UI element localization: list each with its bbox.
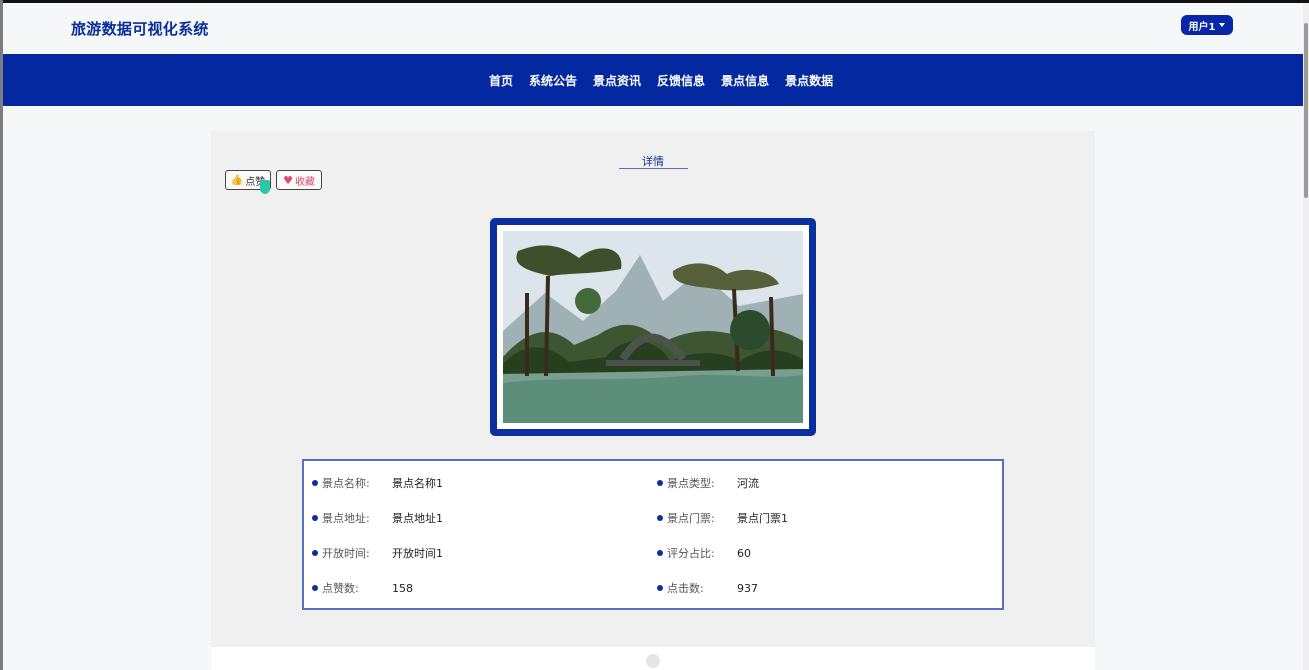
main-navigation: 首页 系统公告 景点资讯 反馈信息 景点信息 景点数据 [3, 54, 1303, 106]
bullet-icon [657, 585, 663, 591]
attraction-address-value: 景点地址1 [392, 512, 443, 525]
navigation-list: 首页 系统公告 景点资讯 反馈信息 景点信息 景点数据 [489, 72, 849, 89]
info-cell: 景点门票: 景点门票1 [657, 510, 1002, 526]
hand-cursor-icon [260, 180, 270, 194]
info-cell: 景点名称: 景点名称1 [312, 475, 657, 491]
attraction-type-value: 河流 [737, 477, 759, 490]
bullet-icon [312, 550, 318, 556]
detail-heading: 详情 [642, 155, 664, 168]
attraction-image-frame [490, 218, 816, 436]
bullet-icon [657, 480, 663, 486]
ticket-value: 景点门票1 [737, 512, 788, 525]
rating-ratio-label: 评分占比: [667, 547, 715, 560]
info-cell: 景点地址: 景点地址1 [312, 510, 657, 526]
info-cell: 点击数: 937 [657, 580, 1002, 596]
attraction-address-label: 景点地址: [322, 512, 370, 525]
user-menu-button[interactable]: 用户1 [1181, 15, 1233, 35]
bullet-icon [312, 480, 318, 486]
attraction-info-table: 景点名称: 景点名称1 景点类型: 河流 景点地址: 景点地址1 景点门票: 景… [302, 459, 1004, 610]
opening-time-label: 开放时间: [322, 547, 370, 560]
bullet-icon [312, 585, 318, 591]
rating-ratio-value: 60 [737, 546, 751, 560]
clicks-count-value: 937 [737, 581, 758, 595]
attraction-image-card [497, 225, 809, 429]
bullet-icon [312, 515, 318, 521]
info-cell: 评分占比: 60 [657, 545, 1002, 561]
attraction-image [503, 231, 803, 423]
info-row: 开放时间: 开放时间1 评分占比: 60 [312, 543, 1002, 563]
nav-attraction-news[interactable]: 景点资讯 [593, 72, 641, 89]
attraction-name-value: 景点名称1 [392, 477, 443, 490]
heading-underline [619, 168, 688, 169]
bullet-icon [657, 515, 663, 521]
info-cell: 点赞数: 158 [312, 580, 657, 596]
nav-home[interactable]: 首页 [489, 72, 513, 89]
nav-attraction-data[interactable]: 景点数据 [785, 72, 833, 89]
likes-count-value: 158 [392, 581, 413, 595]
favorite-button[interactable]: ♥ 收藏 [276, 170, 322, 190]
nav-feedback[interactable]: 反馈信息 [657, 72, 705, 89]
likes-count-label: 点赞数: [322, 582, 359, 595]
info-row: 景点地址: 景点地址1 景点门票: 景点门票1 [312, 508, 1002, 528]
site-title: 旅游数据可视化系统 [71, 20, 209, 38]
opening-time-value: 开放时间1 [392, 547, 443, 560]
chevron-down-icon [1219, 23, 1226, 27]
nav-announcements[interactable]: 系统公告 [529, 72, 577, 89]
scrollbar-thumb[interactable] [1304, 23, 1308, 198]
clicks-count-label: 点击数: [667, 582, 704, 595]
heart-icon: ♥ [283, 173, 293, 187]
favorite-button-label: 收藏 [294, 176, 315, 188]
thumb-up-icon: 👍 [230, 174, 244, 186]
comment-icon [646, 654, 660, 668]
ticket-label: 景点门票: [667, 512, 715, 525]
attraction-type-label: 景点类型: [667, 477, 715, 490]
info-cell: 开放时间: 开放时间1 [312, 545, 657, 561]
nav-attraction-info[interactable]: 景点信息 [721, 72, 769, 89]
bullet-icon [657, 550, 663, 556]
user-menu-label: 用户1 [1188, 21, 1216, 33]
page-scrollbar[interactable] [1303, 3, 1309, 670]
info-row: 景点名称: 景点名称1 景点类型: 河流 [312, 473, 1002, 493]
attraction-name-label: 景点名称: [322, 477, 370, 490]
top-header: 旅游数据可视化系统 用户1 [3, 3, 1303, 54]
info-row: 点赞数: 158 点击数: 937 [312, 578, 1002, 598]
info-cell: 景点类型: 河流 [657, 475, 1002, 491]
